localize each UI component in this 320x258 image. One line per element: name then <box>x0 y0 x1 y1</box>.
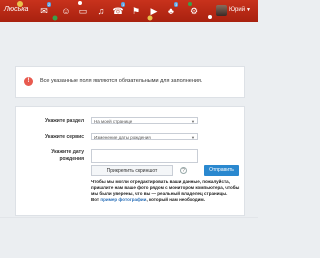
birth-date-label-line1: Укажите дату <box>51 149 84 155</box>
chevron-down-icon: ▼ <box>191 135 195 140</box>
submit-button[interactable]: Отправить <box>204 165 239 176</box>
birth-date-field[interactable] <box>91 149 198 163</box>
section-select-value: На моей странице <box>94 119 133 124</box>
example-photo-link[interactable]: пример фотографии <box>100 197 146 202</box>
required-fields-alert: ! Все указанные поля являются обязательн… <box>15 66 245 98</box>
service-select-value: Изменение даты рождения <box>94 135 151 140</box>
section-select[interactable]: На моей странице ▼ <box>91 117 198 124</box>
chevron-down-icon: ▼ <box>191 119 195 124</box>
service-label: Укажите сервис <box>45 134 84 140</box>
note-text: Чтобы мы могли отредактировать ваши данн… <box>91 179 240 196</box>
site-logo[interactable]: Люська <box>4 6 28 13</box>
footer-divider <box>0 217 258 218</box>
alert-message: Все указанные поля являются обязательным… <box>40 78 203 84</box>
note-prefix: Вот <box>91 197 100 202</box>
note-suffix: , который нам необходим. <box>146 197 205 202</box>
warning-icon: ! <box>24 77 33 86</box>
support-request-form: Укажите раздел На моей странице ▼ Укажит… <box>15 106 245 216</box>
avatar[interactable] <box>216 5 227 16</box>
settings-icon[interactable]: ⚙ <box>188 5 200 17</box>
people-icon[interactable]: ☺ <box>60 5 72 17</box>
user-name[interactable]: Юрий <box>229 7 245 13</box>
attach-screenshot-button[interactable]: Прикрепить скриншот <box>91 165 173 176</box>
top-navigation-bar: Люська ✉ 2 ☺ ▭ ♫ ☎ 1 ⚑ ▶ ♣ 3 ⚙ Юрий ▼ <box>0 0 258 22</box>
events-icon[interactable]: ⚑ <box>130 5 142 17</box>
chat-icon[interactable]: ▭ <box>77 5 89 17</box>
video-icon[interactable]: ▶ <box>148 5 160 17</box>
instructions-note: Чтобы мы могли отредактировать ваши данн… <box>91 179 241 203</box>
help-icon[interactable]: ? <box>180 167 187 174</box>
service-select[interactable]: Изменение даты рождения ▼ <box>91 133 198 140</box>
chevron-down-icon[interactable]: ▼ <box>246 7 251 13</box>
music-icon[interactable]: ♫ <box>95 5 107 17</box>
section-label: Укажите раздел <box>45 118 84 124</box>
birth-date-label-line2: рождения <box>59 156 84 162</box>
